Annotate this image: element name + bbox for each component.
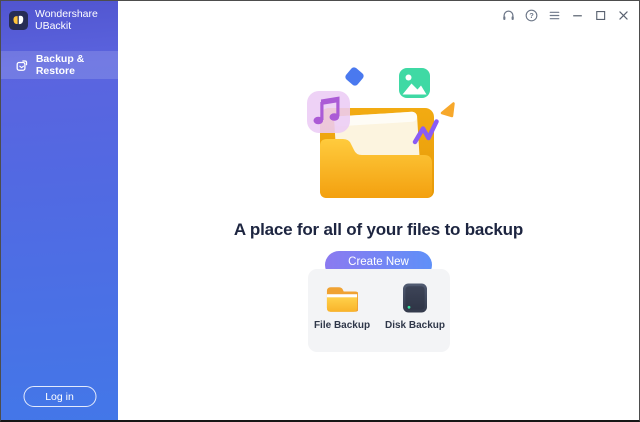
app-title: Wondershare UBackit <box>35 9 114 32</box>
support-headset-button[interactable] <box>499 6 517 24</box>
minimize-button[interactable] <box>568 6 586 24</box>
close-icon <box>616 8 631 23</box>
disk-icon <box>402 283 428 313</box>
folder-icon <box>326 286 358 313</box>
app-logo-row: Wondershare UBackit <box>1 1 118 40</box>
page-title: A place for all of your files to backup <box>234 220 523 240</box>
sidebar: Wondershare UBackit Backup & Restore Log… <box>1 1 118 420</box>
main-area: ? <box>118 1 639 420</box>
sidebar-item-label: Backup & Restore <box>36 53 118 77</box>
headset-icon <box>501 8 516 23</box>
disk-backup-option[interactable]: Disk Backup <box>388 282 442 352</box>
backup-restore-icon <box>16 59 28 72</box>
backup-illustration <box>294 54 464 202</box>
triangle-icon <box>442 104 454 117</box>
cube-icon <box>343 66 364 87</box>
file-backup-option[interactable]: File Backup <box>315 282 369 352</box>
help-button[interactable]: ? <box>522 6 540 24</box>
help-icon: ? <box>524 8 539 23</box>
minimize-icon <box>570 8 585 23</box>
music-note-icon <box>307 91 350 133</box>
app-window: Wondershare UBackit Backup & Restore Log… <box>0 0 640 422</box>
disk-backup-label: Disk Backup <box>385 320 445 331</box>
menu-button[interactable] <box>545 6 563 24</box>
file-backup-icon-holder <box>326 282 358 313</box>
login-button[interactable]: Log in <box>23 386 96 407</box>
backup-options-panel: File Backup <box>308 269 450 352</box>
image-icon <box>399 68 430 98</box>
maximize-button[interactable] <box>591 6 609 24</box>
content: A place for all of your files to backup … <box>118 29 639 420</box>
titlebar: ? <box>118 1 639 29</box>
svg-text:?: ? <box>529 11 534 20</box>
wondershare-logo-icon <box>9 11 28 30</box>
menu-icon <box>547 8 562 23</box>
maximize-icon <box>593 8 608 23</box>
disk-backup-icon-holder <box>402 282 428 313</box>
sidebar-item-backup-restore[interactable]: Backup & Restore <box>1 51 118 79</box>
close-button[interactable] <box>614 6 632 24</box>
file-backup-label: File Backup <box>314 320 370 331</box>
